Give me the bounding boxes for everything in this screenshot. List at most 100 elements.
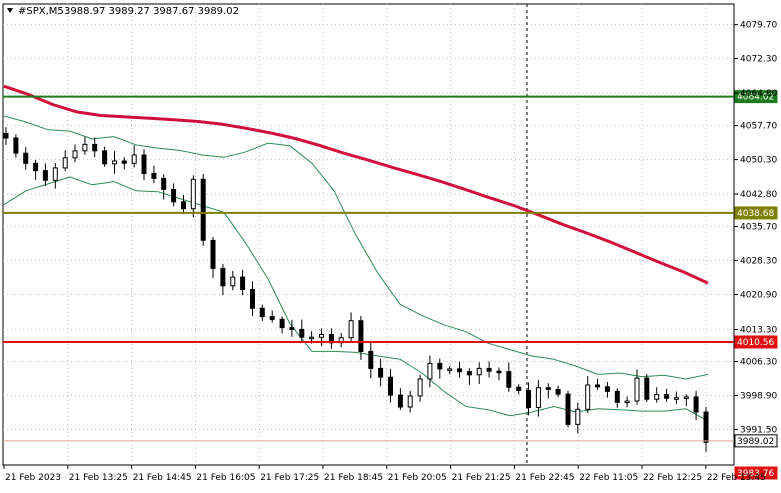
candle-body xyxy=(92,143,98,152)
x-tick-label: 22 Feb 12:25 xyxy=(643,473,702,483)
x-tick-label: 21 Feb 21:25 xyxy=(452,473,511,483)
candle-body xyxy=(673,397,679,400)
candle-body xyxy=(486,367,492,372)
candle-body xyxy=(595,384,600,388)
y-tick-label: 3991.50 xyxy=(740,425,777,435)
candle-body xyxy=(506,371,512,388)
candle-body xyxy=(190,178,196,210)
y-tick-label: 4006.30 xyxy=(740,358,777,368)
level-tag-label: 4038.68 xyxy=(737,209,774,219)
candle-body xyxy=(703,411,709,443)
candle-body xyxy=(368,350,374,369)
candle-body xyxy=(259,307,265,318)
candle-body xyxy=(624,400,630,403)
candle-body xyxy=(210,239,216,269)
y-tick-label: 4064.80 xyxy=(740,89,777,99)
candle-body xyxy=(535,387,541,408)
candle-body xyxy=(644,377,650,400)
candle-body xyxy=(289,327,295,330)
ohlc-values: 3988.97 3989.27 3987.67 3989.02 xyxy=(64,6,239,17)
candle-body xyxy=(526,390,531,408)
x-tick-label: 21 Feb 13:25 xyxy=(69,473,128,483)
candle-body xyxy=(683,396,689,399)
candle-body xyxy=(319,334,324,338)
candle-body xyxy=(112,160,117,165)
candle-body xyxy=(309,336,315,340)
candle-body xyxy=(545,387,551,391)
x-tick-label: 21 Feb 2023 xyxy=(5,473,61,483)
candle-body xyxy=(388,376,393,396)
candle-body xyxy=(447,368,453,371)
x-tick-label: 21 Feb 17:25 xyxy=(260,473,319,483)
y-tick-label: 4042.80 xyxy=(740,190,777,200)
candle-body xyxy=(664,394,670,399)
candle-body xyxy=(575,408,581,425)
y-tick-label: 3998.90 xyxy=(740,392,777,402)
candle-body xyxy=(585,384,591,410)
x-tick-label: 21 Feb 14:45 xyxy=(133,473,192,483)
candle-body xyxy=(171,188,177,203)
candle-body xyxy=(181,201,186,210)
candle-body xyxy=(496,370,502,374)
price-chart[interactable]: 4064.024038.684010.563989.023983.76 4079… xyxy=(0,0,781,489)
candle-body xyxy=(240,276,246,291)
candle-body xyxy=(348,320,354,339)
candle-body xyxy=(614,390,620,403)
y-tick-label: 4079.70 xyxy=(740,21,777,31)
candle-body xyxy=(13,137,19,154)
candle-body xyxy=(52,167,58,181)
x-tick-label: 22 Feb 13:45 xyxy=(707,473,766,483)
candle-body xyxy=(437,362,443,370)
candle-body xyxy=(299,328,305,338)
level-tag-label: 4010.56 xyxy=(737,338,774,348)
candle-body xyxy=(427,362,433,380)
candle-body xyxy=(358,320,364,353)
candle-body xyxy=(230,276,236,287)
candle-body xyxy=(378,367,384,378)
candle-body xyxy=(693,396,699,413)
x-tick-label: 21 Feb 16:05 xyxy=(196,473,255,483)
candle-body xyxy=(3,132,9,139)
candle-body xyxy=(279,318,285,329)
chart[interactable]: 4064.02 4038.68 4010.56 3989.02 3983.76 4079… xyxy=(0,0,781,489)
candle-body xyxy=(161,177,167,190)
symbol-label: #SPX,M5 xyxy=(18,6,64,17)
y-tick-label: 4020.90 xyxy=(740,291,777,301)
candle-body xyxy=(220,267,226,287)
y-tick-label: 4013.30 xyxy=(740,325,777,335)
candle-body xyxy=(476,367,482,376)
candle-body xyxy=(269,316,275,320)
candle-body xyxy=(151,172,157,179)
x-tick-label: 21 Feb 22:45 xyxy=(515,473,574,483)
candle-body xyxy=(565,393,571,425)
candle-body xyxy=(250,289,255,309)
y-tick-label: 4072.30 xyxy=(740,55,777,65)
candle-body xyxy=(516,386,522,391)
candle-body xyxy=(42,170,48,181)
y-tick-label: 4035.70 xyxy=(740,223,777,233)
candle-body xyxy=(457,368,462,373)
candle-body xyxy=(634,377,640,402)
x-tick-label: 22 Feb 11:05 xyxy=(579,473,638,483)
x-tick-label: 21 Feb 18:45 xyxy=(324,473,383,483)
candle-body xyxy=(417,378,423,397)
candle-body xyxy=(102,150,108,165)
candle-body xyxy=(62,157,68,169)
candle-body xyxy=(33,162,39,172)
candle-body xyxy=(82,143,88,152)
candle-body xyxy=(23,152,29,164)
candle-body xyxy=(604,386,610,392)
candle-body xyxy=(131,154,137,164)
candle-body xyxy=(466,371,472,376)
candle-body xyxy=(654,394,660,400)
y-tick-label: 4050.30 xyxy=(740,156,777,166)
candle-body xyxy=(397,394,403,408)
candle-body xyxy=(72,150,78,159)
candle-body xyxy=(555,389,561,395)
candle-body xyxy=(141,154,147,174)
level-tag-label: 3989.02 xyxy=(737,437,774,447)
candle-body xyxy=(407,395,413,408)
y-tick-label: 4057.70 xyxy=(740,122,777,132)
x-tick-label: 21 Feb 20:05 xyxy=(388,473,447,483)
candle-body xyxy=(200,178,206,241)
